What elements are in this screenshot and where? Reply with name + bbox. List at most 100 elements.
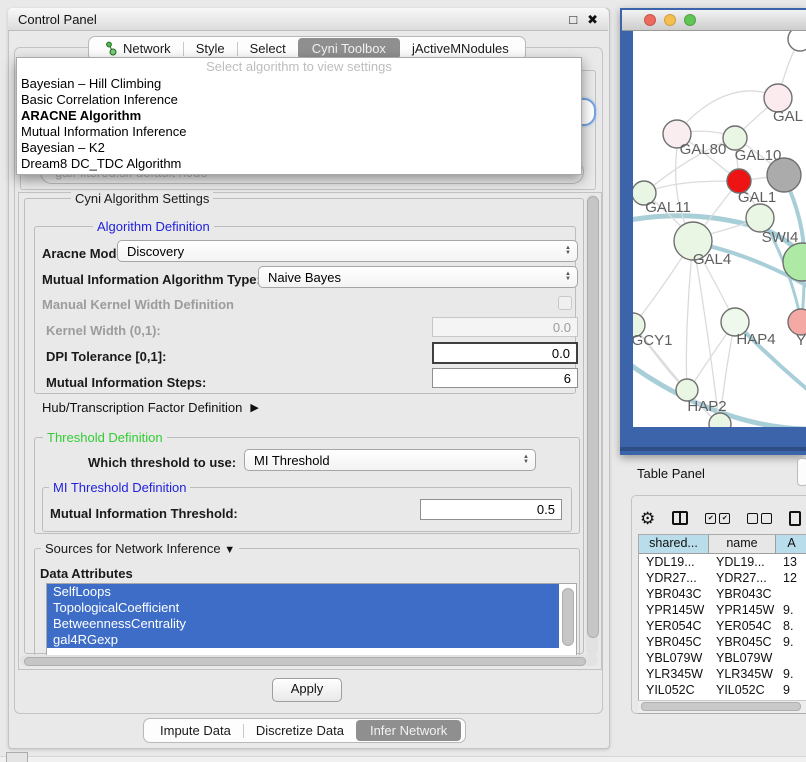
- tab-discretize-data[interactable]: Discretize Data: [244, 721, 356, 740]
- aracne-mode-combobox[interactable]: Discovery ▲▼: [117, 240, 578, 262]
- table-cell: 9.: [776, 666, 806, 682]
- list-scrollbar-thumb[interactable]: [562, 588, 574, 646]
- list-item-selected[interactable]: TopologicalCoefficient: [47, 600, 559, 616]
- network-node-label: GAL4: [693, 251, 731, 268]
- document-icon[interactable]: [789, 511, 801, 526]
- settings-vertical-scrollbar-thumb[interactable]: [587, 196, 599, 638]
- table-cell: 8.: [776, 618, 806, 634]
- tab-style[interactable]: Style: [184, 39, 237, 58]
- table-cell: 9.: [776, 634, 806, 650]
- tab-label: Discretize Data: [256, 723, 344, 738]
- algorithm-dropdown-list: Select algorithm to view settings Bayesi…: [16, 57, 582, 175]
- mi-steps-label: Mutual Information Steps:: [46, 375, 206, 390]
- gear-icon[interactable]: ⚙: [640, 510, 655, 527]
- collapse-down-icon[interactable]: ▼: [224, 544, 235, 556]
- network-icon: [105, 41, 118, 56]
- mi-threshold-field[interactable]: 0.5: [420, 499, 562, 520]
- table-cell: [776, 650, 806, 666]
- network-window-bottom-edge: [620, 447, 806, 451]
- dropdown-item[interactable]: Bayesian – K2: [17, 140, 581, 156]
- deselect-all-columns-icon[interactable]: [747, 513, 772, 524]
- minimize-traffic-light[interactable]: [664, 14, 676, 26]
- column-header-partial[interactable]: A: [776, 535, 806, 553]
- aracne-mode-label: Aracne Mode:: [42, 246, 128, 261]
- table-cell: YDR27...: [709, 570, 776, 586]
- network-node[interactable]: [788, 31, 806, 51]
- expand-right-icon[interactable]: ▶: [250, 401, 258, 414]
- table-row[interactable]: YBR045CYBR045C9.: [639, 634, 806, 650]
- tab-label: Network: [123, 41, 171, 56]
- table-row[interactable]: YBL079WYBL079W: [639, 650, 806, 666]
- dropdown-item[interactable]: Mutual Information Inference: [17, 124, 581, 140]
- collapsed-panel-handle[interactable]: [6, 752, 28, 762]
- table-cell: YDR27...: [639, 570, 709, 586]
- kernel-width-field[interactable]: 0.0: [432, 317, 578, 337]
- column-header-shared-name[interactable]: shared...: [639, 535, 709, 553]
- table-row[interactable]: YPR145WYPR145W9.: [639, 602, 806, 618]
- table-cell: YLR345W: [639, 666, 709, 682]
- close-traffic-light[interactable]: [644, 14, 656, 26]
- mi-steps-field[interactable]: 6: [432, 368, 578, 388]
- table-row[interactable]: YDL19...YDL19...13: [639, 554, 806, 570]
- mi-algorithm-type-combobox[interactable]: Naive Bayes ▲▼: [258, 266, 578, 288]
- apply-button[interactable]: Apply: [272, 678, 342, 702]
- column-header-name[interactable]: name: [709, 535, 776, 553]
- table-row[interactable]: YDR27...YDR27...12: [639, 570, 806, 586]
- group-title: MI Threshold Definition: [49, 480, 190, 495]
- tab-label: Impute Data: [160, 723, 231, 738]
- tab-label: Infer Network: [370, 723, 447, 738]
- tab-cyni-toolbox[interactable]: Cyni Toolbox: [298, 38, 400, 59]
- network-node-SWI4[interactable]: [746, 204, 774, 232]
- tab-network[interactable]: Network: [93, 39, 183, 58]
- table-cell: YER054C: [639, 618, 709, 634]
- dropdown-item[interactable]: Basic Correlation Inference: [17, 92, 581, 108]
- dropdown-item-highlighted[interactable]: ARACNE Algorithm: [17, 108, 581, 124]
- network-window-titlebar[interactable]: [622, 10, 806, 31]
- combobox-arrows-icon: ▲▼: [565, 246, 571, 256]
- table-row[interactable]: YLR345WYLR345W9.: [639, 666, 806, 682]
- hub-transcription-factor-section[interactable]: Hub/Transcription Factor Definition ▶: [42, 400, 259, 415]
- table-row[interactable]: YER054CYER054C8.: [639, 618, 806, 634]
- table-cell: YDL19...: [639, 554, 709, 570]
- table-row[interactable]: YIL052CYIL052C9: [639, 682, 806, 698]
- float-window-icon[interactable]: □: [569, 13, 577, 26]
- dropdown-item[interactable]: Dream8 DC_TDC Algorithm: [17, 156, 581, 172]
- settings-horizontal-scrollbar-thumb[interactable]: [24, 657, 586, 666]
- group-title: Algorithm Definition: [93, 219, 214, 234]
- network-node-label: GAL11: [645, 199, 691, 216]
- close-window-icon[interactable]: ✖: [587, 13, 598, 26]
- network-node-label: GAL: [773, 108, 803, 125]
- tab-label: Style: [196, 41, 225, 56]
- tab-impute-data[interactable]: Impute Data: [148, 721, 243, 740]
- columns-icon[interactable]: [672, 511, 688, 525]
- tab-infer-network[interactable]: Infer Network: [356, 720, 461, 741]
- tab-label: Cyni Toolbox: [312, 41, 386, 56]
- tab-jactivemnodules[interactable]: jActiveMNodules: [400, 39, 521, 58]
- tab-label: jActiveMNodules: [412, 41, 509, 56]
- table-row[interactable]: YBR043CYBR043C: [639, 586, 806, 602]
- combobox-arrows-icon: ▲▼: [565, 272, 571, 282]
- network-canvas[interactable]: GALGAL80GAL10GAL1GAL11SWI4GAL4GCY1HAP4YH…: [633, 31, 806, 427]
- manual-kernel-width-checkbox[interactable]: [558, 296, 572, 310]
- table-panel-titlebar[interactable]: Table Panel: [625, 458, 806, 488]
- list-item-selected[interactable]: SelfLoops: [47, 584, 559, 600]
- dpi-tolerance-field[interactable]: 0.0: [432, 342, 578, 364]
- list-item-selected[interactable]: BetweennessCentrality: [47, 616, 559, 632]
- table-cell: YIL052C: [709, 682, 776, 698]
- network-edge[interactable]: [644, 181, 737, 193]
- combobox-arrows-icon: ▲▼: [523, 455, 529, 465]
- table-horizontal-scrollbar-thumb[interactable]: [641, 702, 801, 711]
- table-panel-scrollbar-thumb[interactable]: [797, 458, 806, 486]
- zoom-traffic-light[interactable]: [684, 14, 696, 26]
- list-item-selected[interactable]: gal4RGexp: [47, 632, 559, 648]
- table-cell: YIL052C: [639, 682, 709, 698]
- which-threshold-combobox[interactable]: MI Threshold ▲▼: [244, 449, 536, 471]
- control-panel-titlebar[interactable]: Control Panel □ ✖: [8, 8, 608, 31]
- table-cell: YER054C: [709, 618, 776, 634]
- table-cell: YDL19...: [709, 554, 776, 570]
- dropdown-item[interactable]: Bayesian – Hill Climbing: [17, 76, 581, 92]
- bottom-tabbar: Impute Data Discretize Data Infer Networ…: [143, 718, 466, 743]
- table-cell: 9: [776, 682, 806, 698]
- select-all-columns-icon[interactable]: ✔✔: [705, 513, 730, 524]
- tab-select[interactable]: Select: [238, 39, 298, 58]
